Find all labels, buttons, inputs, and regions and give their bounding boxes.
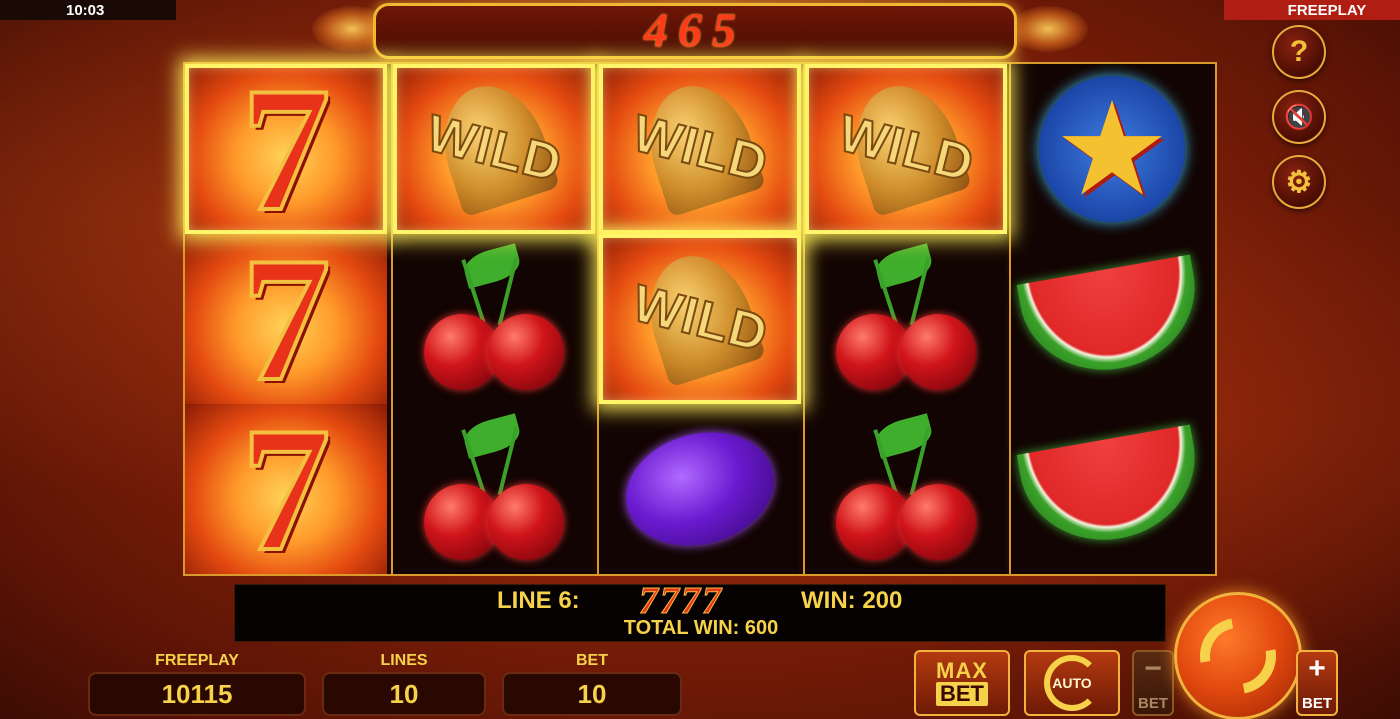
help-button[interactable]: ? bbox=[1272, 25, 1326, 79]
max-bet-button[interactable]: MAX BET bbox=[914, 650, 1010, 716]
reel-cell: WILD bbox=[393, 64, 595, 234]
help-icon: ? bbox=[1289, 35, 1309, 68]
autoplay-button[interactable]: AUTO bbox=[1024, 650, 1120, 716]
bet-decrease-button[interactable]: − BET bbox=[1132, 650, 1174, 716]
cherry-icon bbox=[414, 413, 574, 564]
reel-3: WILD WILD bbox=[597, 64, 801, 574]
cherry-icon bbox=[826, 243, 986, 394]
jackpot-display: 465 bbox=[373, 3, 1017, 59]
freeplay-label: FREEPLAY bbox=[155, 652, 239, 669]
seven-symbol: 7 bbox=[240, 220, 333, 418]
settings-button[interactable]: ⚙ bbox=[1272, 155, 1326, 209]
cherry-icon bbox=[414, 243, 574, 394]
reel-cell bbox=[393, 404, 595, 574]
spin-arrows-icon bbox=[1185, 603, 1291, 709]
freeplay-balance: 10115 bbox=[88, 672, 306, 716]
wild-bell-symbol: WILD bbox=[826, 72, 986, 219]
win-info-panel: LINE 6: 7777 WIN: 200 TOTAL WIN: 600 bbox=[234, 580, 1166, 642]
bet-increase-label: BET bbox=[1302, 695, 1332, 712]
gear-icon: ⚙ bbox=[1285, 165, 1313, 199]
reel-cell: WILD bbox=[599, 64, 801, 234]
plum-icon bbox=[613, 416, 787, 562]
bet-decrease-label: BET bbox=[1138, 695, 1168, 712]
watermelon-icon bbox=[1016, 254, 1208, 384]
reel-cell bbox=[1011, 234, 1213, 404]
plus-icon: + bbox=[1308, 652, 1326, 685]
reel-cell bbox=[1011, 404, 1213, 574]
lines-label: LINES bbox=[380, 652, 428, 669]
jackpot-value: 465 bbox=[644, 4, 746, 57]
wild-bell-symbol: WILD bbox=[620, 242, 780, 389]
cherry-icon bbox=[826, 413, 986, 564]
reel-4: WILD bbox=[803, 64, 1007, 574]
reel-cell bbox=[805, 234, 1007, 404]
reel-2: WILD bbox=[391, 64, 595, 574]
bet-increase-button[interactable]: + BET bbox=[1296, 650, 1338, 716]
reel-cell: WILD bbox=[599, 234, 801, 404]
reel-5: ★ bbox=[1009, 64, 1211, 574]
max-bet-bottom-label: BET bbox=[936, 682, 988, 706]
seven-symbol: 7 bbox=[240, 390, 333, 588]
reel-1: 777 bbox=[185, 50, 387, 588]
bet-value: 10 bbox=[502, 672, 682, 716]
autoplay-label: AUTO bbox=[1052, 675, 1092, 691]
reel-cell: ★ bbox=[1011, 64, 1213, 234]
wild-bell-symbol: WILD bbox=[620, 72, 780, 219]
spin-button[interactable] bbox=[1174, 592, 1302, 719]
autoplay-icon: AUTO bbox=[1044, 655, 1100, 711]
clock: 10:03 bbox=[0, 0, 176, 20]
seven-symbol: 7 bbox=[240, 50, 333, 248]
reel-cell bbox=[599, 404, 801, 574]
bet-label: BET bbox=[576, 652, 608, 669]
reel-cell: WILD bbox=[805, 64, 1007, 234]
reel-cell bbox=[805, 404, 1007, 574]
reel-cell: 7 bbox=[185, 390, 387, 588]
minus-icon: − bbox=[1144, 652, 1162, 685]
sound-button[interactable]: 🔇 bbox=[1272, 90, 1326, 144]
sound-muted-icon: 🔇 bbox=[1284, 103, 1314, 131]
watermelon-icon bbox=[1016, 424, 1208, 554]
star-icon: ★ bbox=[1039, 76, 1185, 222]
line-win-amount: WIN: 200 bbox=[801, 587, 903, 614]
reel-cell: 7 bbox=[185, 220, 387, 418]
win-line-label: LINE 6: bbox=[497, 587, 580, 614]
reel-cell: 7 bbox=[185, 50, 387, 248]
total-win: TOTAL WIN: 600 bbox=[623, 617, 779, 639]
reel-cell bbox=[393, 234, 595, 404]
lines-value: 10 bbox=[322, 672, 486, 716]
wild-bell-symbol: WILD bbox=[414, 72, 574, 219]
right-wing-decoration bbox=[1008, 6, 1088, 52]
reel-grid: 7 7 7 WILD WILD WILD WILD ★ bbox=[183, 50, 1217, 588]
freeplay-tag: FREEPLAY bbox=[1224, 0, 1400, 20]
max-bet-top-label: MAX bbox=[936, 658, 988, 683]
